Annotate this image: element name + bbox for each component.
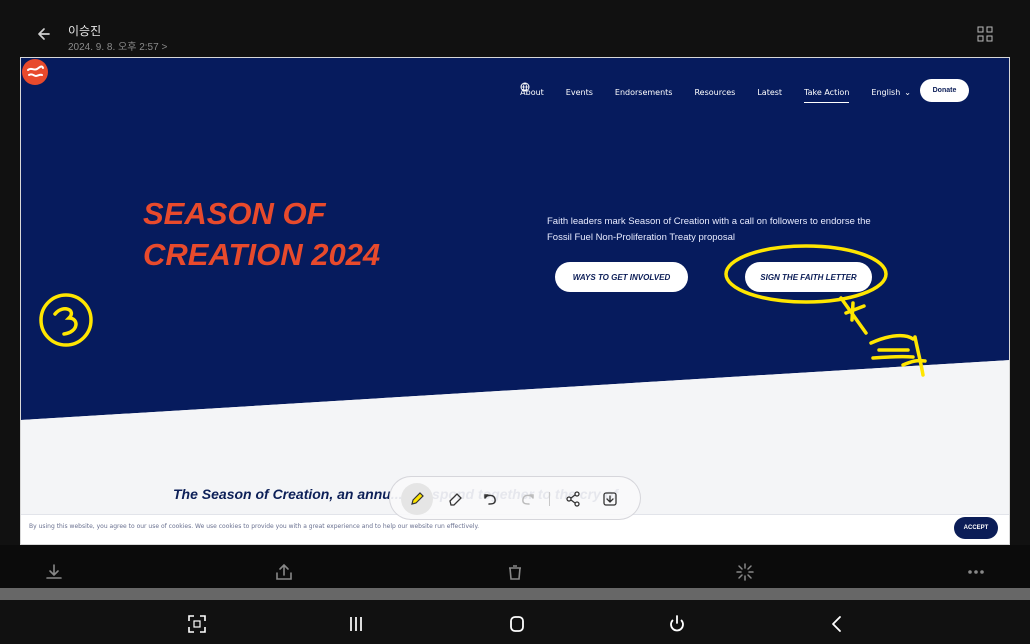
nav-take-action[interactable]: Take Action (804, 88, 850, 103)
pen-icon (411, 492, 424, 505)
share-icon (566, 491, 580, 507)
undo-button[interactable] (475, 483, 507, 515)
hero-lead-text: Faith leaders mark Season of Creation wi… (547, 216, 871, 243)
timestamp: 2024. 9. 8. 오후 2:57 > (68, 42, 168, 53)
eraser-button[interactable] (439, 483, 471, 515)
language-selector[interactable]: English ⌄ (520, 82, 911, 97)
main-navigation: About Events Endorsements Resources Late… (520, 82, 911, 103)
pen-button[interactable] (401, 483, 433, 515)
author-name: 이승진 (68, 24, 102, 38)
redo-button[interactable] (511, 483, 543, 515)
hero-title: SEASON OF CREATION 2024 (143, 194, 380, 276)
undo-icon (484, 494, 496, 505)
more-options-icon[interactable] (965, 561, 987, 583)
recent-apps-icon[interactable] (345, 613, 367, 635)
trash-icon[interactable] (504, 561, 526, 583)
annotation-toolbar (389, 476, 641, 520)
cookie-text: By using this website, you agree to our … (29, 523, 480, 530)
hero-title-line-1: SEASON OF (143, 196, 326, 231)
nav-endorsements[interactable]: Endorsements (615, 88, 673, 97)
save-button[interactable] (594, 483, 626, 515)
share-icon[interactable] (273, 561, 295, 583)
ways-to-get-involved-button[interactable]: WAYS TO GET INVOLVED (555, 262, 688, 292)
chevron-down-icon: ⌄ (904, 88, 911, 97)
back-chevron-icon[interactable] (826, 613, 848, 635)
nav-events[interactable]: Events (566, 88, 593, 97)
nav-resources[interactable]: Resources (694, 88, 735, 97)
language-label: English (871, 88, 901, 97)
donate-button[interactable]: Donate (920, 79, 969, 102)
hero-title-line-2: CREATION 2024 (143, 236, 381, 272)
nav-latest[interactable]: Latest (757, 88, 782, 97)
grid-icon[interactable] (977, 26, 993, 42)
toolbar-divider (549, 492, 550, 506)
magic-effect-icon[interactable] (734, 561, 756, 583)
accept-button[interactable]: ACCEPT (954, 517, 998, 539)
redo-icon (522, 494, 534, 505)
screenshot-scan-icon[interactable] (186, 613, 208, 635)
power-icon[interactable] (666, 613, 688, 635)
eraser-icon (449, 493, 462, 506)
globe-icon (520, 82, 530, 92)
hero-background (21, 58, 1009, 544)
sign-faith-letter-button[interactable]: SIGN THE FAITH LETTER (745, 262, 872, 292)
share-button[interactable] (557, 483, 589, 515)
back-arrow-icon[interactable] (34, 24, 54, 44)
home-icon[interactable] (506, 613, 528, 635)
hero-section: About Events Endorsements Resources Late… (21, 58, 1009, 544)
site-logo-icon[interactable] (21, 58, 49, 86)
download-icon (603, 492, 617, 506)
website-screenshot: About Events Endorsements Resources Late… (20, 57, 1010, 545)
download-icon[interactable] (43, 561, 65, 583)
viewer-top-bar: 이승진 2024. 9. 8. 오후 2:57 > (0, 0, 1030, 58)
